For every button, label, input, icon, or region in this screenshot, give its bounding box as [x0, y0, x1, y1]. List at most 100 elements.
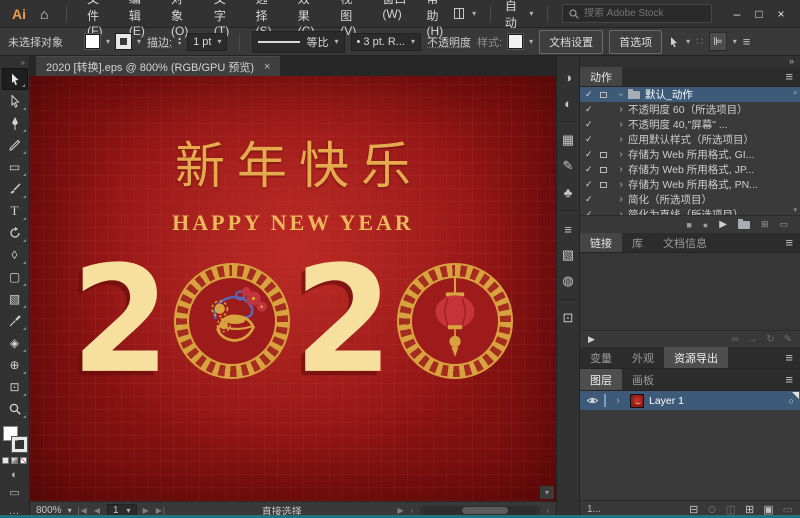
action-row[interactable]: ✓ › 存储为 Web 所用格式, JP... — [580, 162, 800, 177]
go-to-link-icon[interactable]: → — [747, 334, 757, 345]
fill-stroke-control[interactable] — [3, 426, 27, 452]
stroke-panel-icon[interactable]: ≡ — [557, 216, 579, 242]
dialog-toggle-icon[interactable] — [600, 182, 614, 188]
transparency-panel-icon[interactable]: ◍ — [557, 268, 579, 294]
stock-search[interactable] — [562, 4, 712, 23]
check-icon[interactable]: ✓ — [585, 179, 600, 190]
control-bar-menu-icon[interactable]: ≡ — [743, 34, 751, 49]
action-row[interactable]: ✓ › 应用默认样式（所选项目） — [580, 132, 800, 147]
stroke-swatch[interactable] — [12, 437, 27, 452]
expander-icon[interactable]: › — [614, 104, 628, 115]
links-list[interactable] — [580, 253, 800, 331]
zoom-level[interactable]: 800% — [36, 505, 62, 516]
paintbrush-tool[interactable] — [2, 178, 28, 200]
show-link-info-icon[interactable]: ▶ — [588, 334, 595, 345]
expander-icon[interactable]: › — [614, 134, 628, 145]
expander-icon[interactable]: › — [614, 179, 628, 190]
update-link-icon[interactable]: ↻ — [766, 334, 774, 345]
pen-tool[interactable] — [2, 112, 28, 134]
action-row[interactable]: ✓ › 简化为直线（所选项目） — [580, 207, 800, 215]
check-icon[interactable]: ✓ — [585, 209, 600, 215]
arrange-documents-icon[interactable] — [454, 8, 464, 19]
blend-tool[interactable]: ◈ — [2, 332, 28, 354]
chevron-down-icon[interactable]: ▾ — [217, 37, 221, 46]
relink-icon[interactable]: ∞ — [731, 334, 738, 345]
check-icon[interactable]: ✓ — [585, 104, 600, 115]
check-icon[interactable]: ✓ — [585, 164, 600, 175]
panel-menu-icon[interactable]: ≡ — [778, 350, 800, 365]
chevron-down-icon[interactable]: ▾ — [472, 9, 476, 18]
appearance-panel-icon[interactable]: ⊡ — [557, 305, 579, 331]
action-row[interactable]: ✓ › 存储为 Web 所用格式, GI... — [580, 147, 800, 162]
scroll-down-icon[interactable]: ▾ — [793, 206, 797, 214]
dialog-toggle-icon[interactable] — [600, 152, 614, 158]
layer-expander-icon[interactable]: › — [611, 395, 625, 406]
free-transform-tool[interactable]: ▢ — [2, 266, 28, 288]
next-artboard-icon[interactable]: ▶ — [143, 506, 150, 515]
expander-icon[interactable]: › — [616, 88, 627, 102]
expander-icon[interactable]: › — [614, 149, 628, 160]
selection-tool[interactable] — [2, 68, 28, 90]
play-action-icon[interactable]: ▶ — [719, 219, 727, 230]
ai-logo[interactable]: Ai — [8, 6, 30, 22]
style-swatch[interactable] — [508, 34, 523, 49]
workspace-switcher[interactable]: 自动 — [505, 0, 521, 31]
check-icon[interactable]: ✓ — [585, 194, 600, 205]
gradient-button[interactable] — [11, 457, 18, 464]
rectangle-tool[interactable]: ▭ — [2, 156, 28, 178]
stroke-color-swatch[interactable] — [116, 34, 131, 49]
tab-asset-export[interactable]: 资源导出 — [664, 347, 728, 368]
action-row-default-set[interactable]: ✓ › 默认_动作 — [580, 87, 800, 102]
action-row[interactable]: ✓ › 不透明度 60（所选项目） — [580, 102, 800, 117]
swatches-panel-icon[interactable]: ▦ — [557, 127, 579, 153]
minimize-button[interactable]: – — [726, 7, 748, 21]
tab-document-info[interactable]: 文档信息 — [653, 233, 717, 252]
chevron-down-icon[interactable]: ▾ — [529, 9, 533, 18]
tab-variables[interactable]: 变量 — [580, 347, 622, 368]
panel-menu-icon[interactable]: ≡ — [778, 235, 800, 250]
delete-action-icon[interactable]: ▭ — [779, 219, 788, 230]
collapse-panels-icon[interactable]: » — [580, 56, 800, 67]
expander-icon[interactable]: › — [614, 209, 628, 215]
zoom-dropdown-icon[interactable]: ▾ — [68, 506, 72, 515]
scroll-play-icon[interactable]: ▶ — [398, 506, 405, 515]
check-icon[interactable]: ✓ — [585, 134, 600, 145]
chevron-down-icon[interactable]: ▾ — [106, 37, 110, 46]
dialog-toggle-icon[interactable] — [600, 92, 614, 98]
layer-name[interactable]: Layer 1 — [649, 395, 684, 407]
stroke-weight-field[interactable]: 1 pt▾ — [187, 33, 227, 51]
opacity-label[interactable]: 不透明度 — [427, 34, 471, 50]
scroll-left-icon[interactable]: ‹ — [411, 506, 415, 515]
menu-edit[interactable]: 编辑(E) — [129, 0, 152, 38]
color-button[interactable] — [2, 457, 9, 464]
scroll-up-icon[interactable]: ▴ — [793, 88, 797, 96]
document-tab[interactable]: 2020 [转换].eps @ 800% (RGB/GPU 预览) × — [36, 56, 280, 76]
expander-icon[interactable]: › — [614, 119, 628, 130]
horizontal-scrollbar[interactable] — [420, 506, 540, 515]
color-guide-panel-icon[interactable]: ◐ — [557, 90, 579, 116]
brushes-panel-icon[interactable]: ✎ — [557, 153, 579, 179]
zoom-tool[interactable] — [2, 398, 28, 420]
stroke-weight-stepper[interactable]: ▴▾ — [178, 37, 181, 47]
edit-original-icon[interactable]: ✎ — [784, 334, 792, 345]
brush-dropdown[interactable]: • 3 pt. R...▾ — [351, 33, 422, 51]
shape-builder-tool[interactable]: ⊕ — [2, 354, 28, 376]
close-tab-icon[interactable]: × — [264, 61, 270, 73]
new-action-icon[interactable]: ⊞ — [761, 219, 769, 230]
previous-artboard-icon[interactable]: ◀ — [94, 506, 101, 515]
eyedropper-tool[interactable] — [2, 310, 28, 332]
record-icon[interactable]: ● — [703, 220, 708, 230]
direct-selection-tool[interactable] — [2, 90, 28, 112]
tab-layers[interactable]: 图层 — [580, 369, 622, 390]
last-artboard-icon[interactable]: ▶| — [156, 506, 166, 515]
dialog-toggle-icon[interactable] — [600, 167, 614, 173]
expander-icon[interactable]: › — [614, 194, 628, 205]
gradient-mesh-tool[interactable]: ▧ — [2, 288, 28, 310]
check-icon[interactable]: ✓ — [585, 149, 600, 160]
expander-icon[interactable]: › — [614, 164, 628, 175]
menu-file[interactable]: 文件(F) — [87, 0, 110, 38]
tab-appearance[interactable]: 外观 — [622, 347, 664, 368]
action-row[interactable]: ✓ › 简化（所选项目） — [580, 192, 800, 207]
artboard-tool[interactable]: ⊡ — [2, 376, 28, 398]
visibility-eye-icon[interactable] — [586, 396, 599, 405]
